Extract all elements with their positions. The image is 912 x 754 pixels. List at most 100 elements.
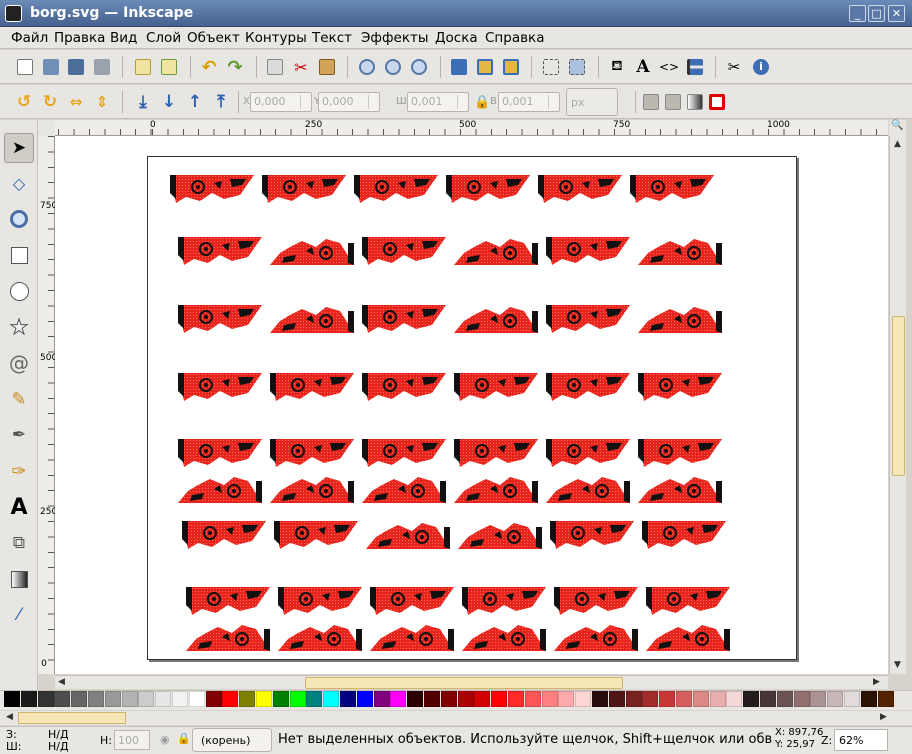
embroidery-motif[interactable] <box>181 520 267 550</box>
transform-gradients-button[interactable] <box>686 93 704 111</box>
ellipse-tool[interactable] <box>4 276 34 306</box>
embroidery-motif[interactable] <box>453 438 539 468</box>
scale-stroke-button[interactable] <box>642 93 660 111</box>
unit-select[interactable]: px <box>566 88 618 116</box>
color-swatch[interactable] <box>272 691 289 707</box>
embroidery-motif[interactable] <box>545 236 631 266</box>
color-swatch[interactable] <box>4 691 20 707</box>
embroidery-motif[interactable] <box>169 174 255 204</box>
palette-scrollbar[interactable]: ◀ ▶ <box>0 711 912 725</box>
color-swatch[interactable] <box>256 691 272 707</box>
export-button[interactable] <box>160 58 178 76</box>
maximize-button[interactable]: □ <box>868 5 885 22</box>
palette-scroll-right-icon[interactable]: ▶ <box>880 712 887 722</box>
visibility-icon[interactable]: ◉ <box>160 733 170 746</box>
raise-to-top-button[interactable]: ⤒ <box>212 92 230 112</box>
embroidery-motif[interactable] <box>553 624 639 652</box>
lower-to-bottom-button[interactable]: ⤓ <box>134 92 152 112</box>
zoom-tool[interactable] <box>4 204 34 234</box>
embroidery-motif[interactable] <box>629 174 715 204</box>
embroidery-motif[interactable] <box>461 624 547 652</box>
embroidery-motif[interactable] <box>365 522 451 550</box>
color-swatch[interactable] <box>138 691 155 707</box>
embroidery-motif[interactable] <box>553 586 639 616</box>
document-properties-button[interactable]: i <box>752 58 770 76</box>
xml-editor-button[interactable]: <> <box>659 58 679 76</box>
scroll-up-arrow-icon[interactable]: ▲ <box>894 139 901 149</box>
color-swatch[interactable] <box>810 691 827 707</box>
color-swatch[interactable] <box>407 691 424 707</box>
vertical-ruler[interactable]: 750 500 250 0 <box>38 136 57 674</box>
width-input[interactable]: 0,001 <box>407 92 469 112</box>
embroidery-motif[interactable] <box>185 586 271 616</box>
connector-tool[interactable]: ⧉ <box>4 528 34 558</box>
rotate-cw-button[interactable]: ↻ <box>41 92 59 112</box>
transform-patterns-button[interactable] <box>708 93 726 111</box>
palette-scroll-left-icon[interactable]: ◀ <box>6 712 13 722</box>
clone-button[interactable] <box>476 58 494 76</box>
color-swatch[interactable] <box>340 691 356 707</box>
new-document-button[interactable] <box>16 58 34 76</box>
rotate-ccw-button[interactable]: ↺ <box>15 92 33 112</box>
embroidery-motif[interactable] <box>277 624 363 652</box>
pencil-tool[interactable]: ✎ <box>4 384 34 414</box>
embroidery-motif[interactable] <box>453 238 539 266</box>
menu-effects[interactable]: Эффекты <box>361 30 429 46</box>
save-button[interactable] <box>67 58 85 76</box>
color-swatch[interactable] <box>726 691 743 707</box>
color-swatch[interactable] <box>188 691 205 707</box>
calligraphy-tool[interactable]: ✑ <box>4 456 34 486</box>
copy-button[interactable] <box>266 58 284 76</box>
pen-tool[interactable]: ✒ <box>4 420 34 450</box>
color-swatch[interactable] <box>306 691 323 707</box>
color-swatch[interactable] <box>608 691 625 707</box>
color-swatch[interactable] <box>289 691 306 707</box>
color-swatch[interactable] <box>625 691 642 707</box>
menu-path[interactable]: Контуры <box>245 30 307 46</box>
raise-button[interactable]: ↑ <box>186 92 204 112</box>
paste-button[interactable] <box>318 58 336 76</box>
color-swatch[interactable] <box>659 691 676 707</box>
embroidery-motif[interactable] <box>537 174 623 204</box>
color-swatch[interactable] <box>575 691 592 707</box>
group-button[interactable] <box>542 58 560 76</box>
color-swatch[interactable] <box>172 691 188 707</box>
embroidery-motif[interactable] <box>641 520 727 550</box>
embroidery-motif[interactable] <box>545 304 631 334</box>
embroidery-motif[interactable] <box>177 304 263 334</box>
vertical-scroll-thumb[interactable] <box>892 316 905 476</box>
vertical-scrollbar[interactable]: ▲ ▼ <box>889 136 906 674</box>
color-swatch[interactable] <box>54 691 71 707</box>
embroidery-motif[interactable] <box>457 522 543 550</box>
preferences-button[interactable]: ✂ <box>725 58 743 76</box>
stroke-indicator[interactable]: Н/Д <box>48 740 69 753</box>
color-swatch[interactable] <box>508 691 524 707</box>
close-button[interactable]: ✕ <box>888 5 905 22</box>
color-swatch[interactable] <box>827 691 844 707</box>
embroidery-motif[interactable] <box>445 174 531 204</box>
lock-icon[interactable]: 🔒 <box>474 95 490 110</box>
dropper-tool[interactable]: ⁄ <box>4 600 34 630</box>
horizontal-scroll-thumb[interactable] <box>305 677 623 689</box>
zoom-drawing-button[interactable] <box>384 58 402 76</box>
color-swatch[interactable] <box>390 691 407 707</box>
zoom-page-button[interactable] <box>410 58 428 76</box>
embroidery-motif[interactable] <box>369 586 455 616</box>
scroll-left-arrow-icon[interactable]: ◀ <box>58 677 65 687</box>
embroidery-motif[interactable] <box>361 236 447 266</box>
embroidery-motif[interactable] <box>361 476 447 504</box>
scale-corners-button[interactable] <box>664 93 682 111</box>
palette-scroll-thumb[interactable] <box>18 712 126 724</box>
color-swatch[interactable] <box>860 691 877 707</box>
menu-layer[interactable]: Слой <box>146 30 181 46</box>
x-input[interactable]: 0,000 <box>250 92 312 112</box>
embroidery-motif[interactable] <box>177 476 263 504</box>
color-swatch[interactable] <box>676 691 692 707</box>
embroidery-motif[interactable] <box>549 520 635 550</box>
lower-button[interactable]: ↓ <box>160 92 178 112</box>
color-swatch[interactable] <box>524 691 541 707</box>
embroidery-motif[interactable] <box>269 238 355 266</box>
color-swatch[interactable] <box>104 691 121 707</box>
embroidery-motif[interactable] <box>545 372 631 402</box>
horizontal-ruler[interactable]: 0 250 500 750 1000 <box>55 120 888 136</box>
